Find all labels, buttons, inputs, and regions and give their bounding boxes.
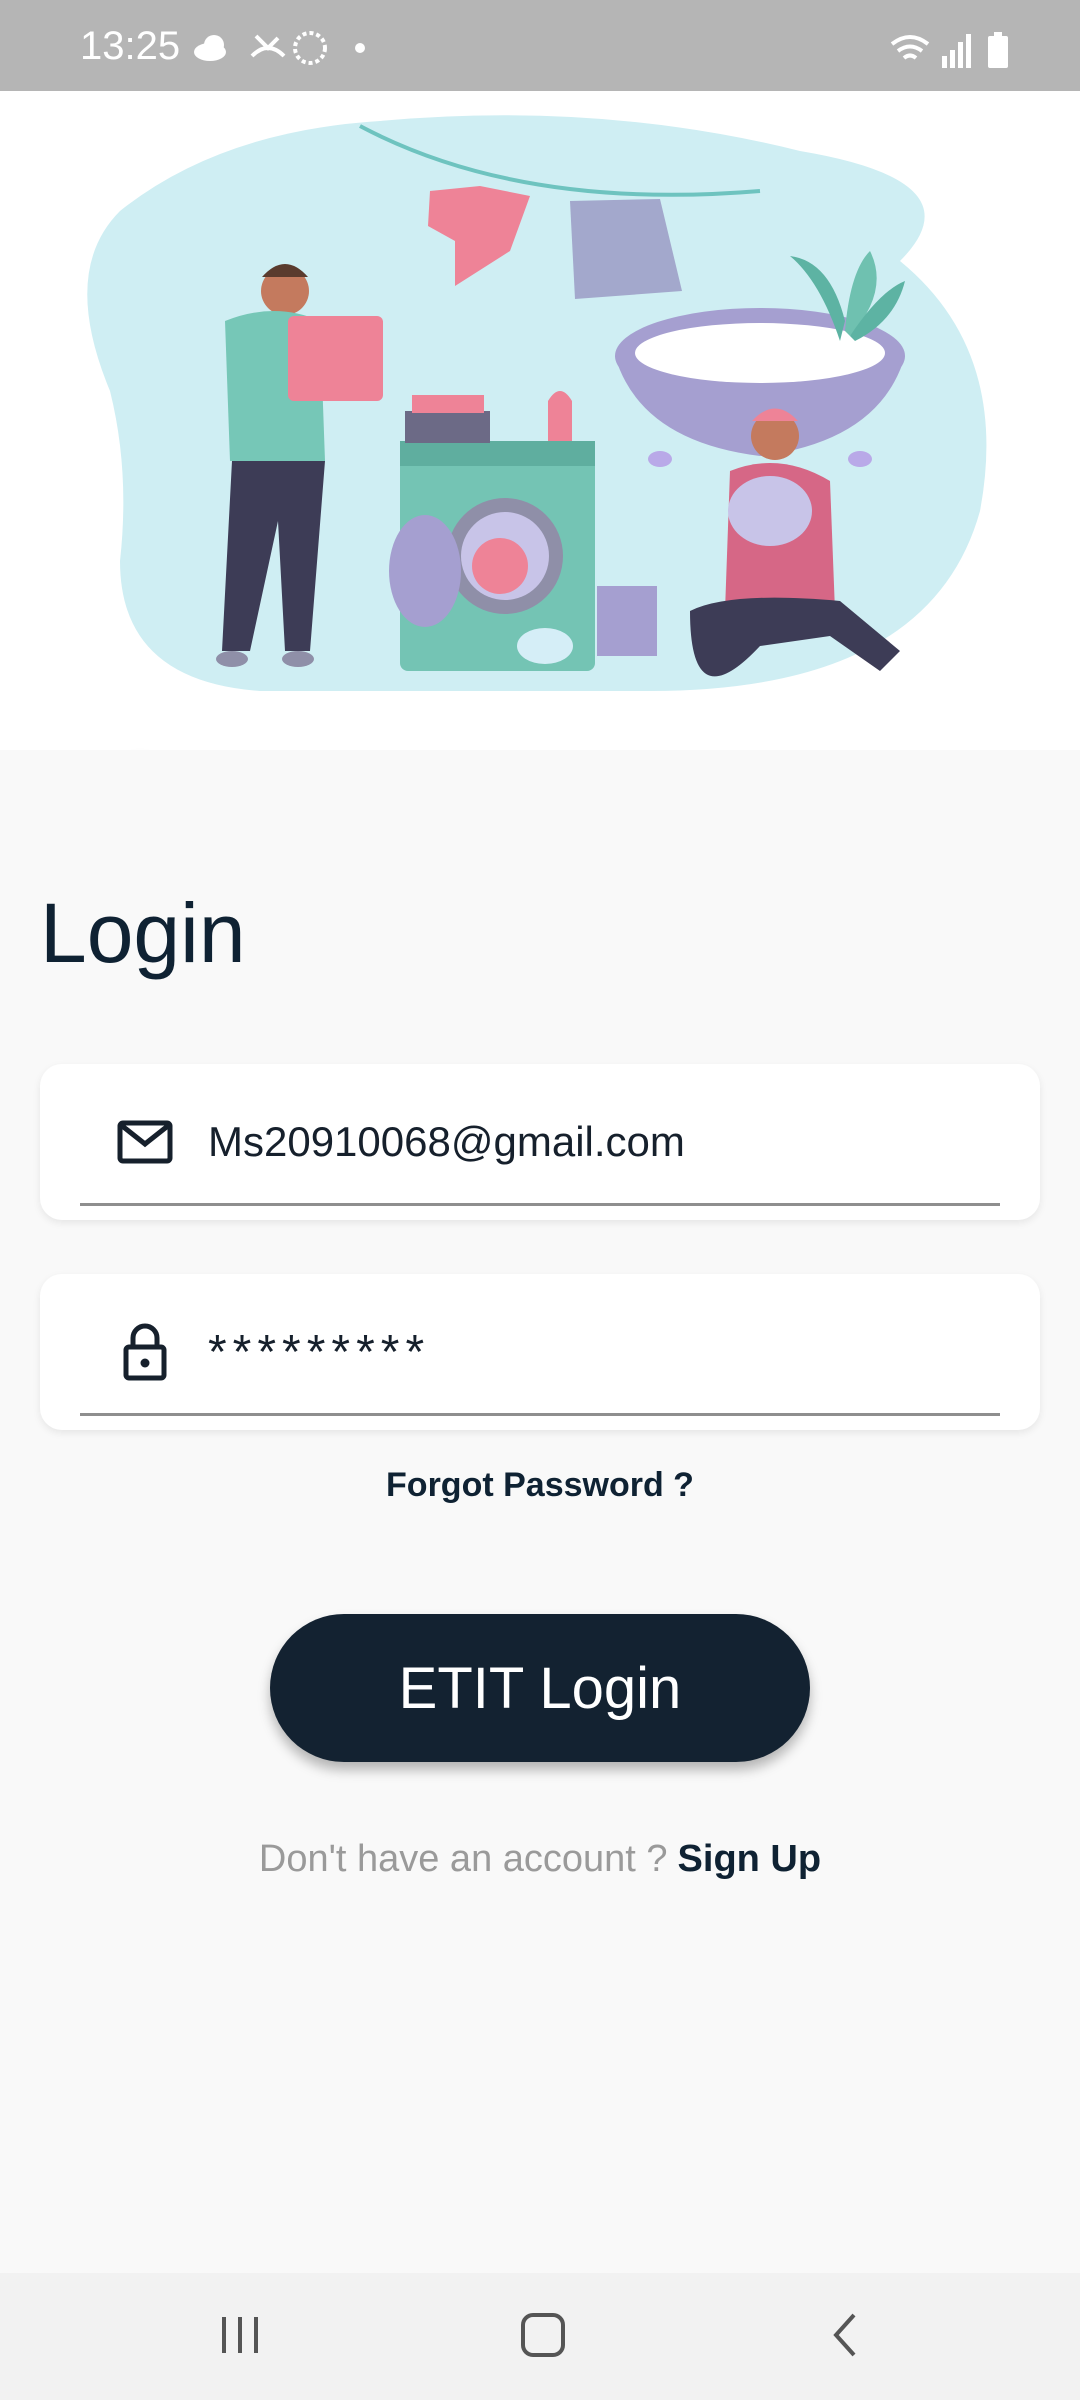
signup-row: Don't have an account ? Sign Up [0,1838,1080,1881]
password-underline [80,1413,1000,1416]
password-field[interactable] [208,1314,988,1390]
hero-illustration [0,91,1080,750]
email-field[interactable] [208,1104,988,1180]
status-bar: 13:25 [0,0,1080,91]
laundry-illustration [87,115,987,692]
password-field-card [40,1274,1040,1430]
forgot-password-link[interactable]: Forgot Password ? [0,1466,1080,1505]
battery-icon [988,32,1008,68]
navigation-bar [0,2273,1080,2400]
login-button[interactable]: ETIT Login [270,1614,810,1762]
signal-icon [942,34,971,68]
recent-apps-button[interactable] [200,2303,280,2367]
dot-icon [355,43,365,53]
back-icon [833,2313,856,2357]
sync-icon [293,31,327,65]
status-icons-left [194,31,365,65]
signup-prompt: Don't have an account ? [258,1838,668,1880]
status-icons-right [890,32,1008,68]
back-button[interactable] [805,2303,885,2367]
signup-link[interactable]: Sign Up [678,1838,822,1880]
recent-apps-icon [222,2317,258,2353]
mail-icon [115,1114,175,1170]
page-title: Login [40,886,246,980]
home-icon [521,2313,565,2357]
email-field-card [40,1064,1040,1220]
cloud-icon [194,35,226,61]
email-underline [80,1203,1000,1206]
missed-call-icon [250,34,286,58]
status-time: 13:25 [80,24,181,68]
lock-icon [115,1323,175,1381]
wifi-icon [890,35,930,60]
home-button[interactable] [503,2303,583,2367]
